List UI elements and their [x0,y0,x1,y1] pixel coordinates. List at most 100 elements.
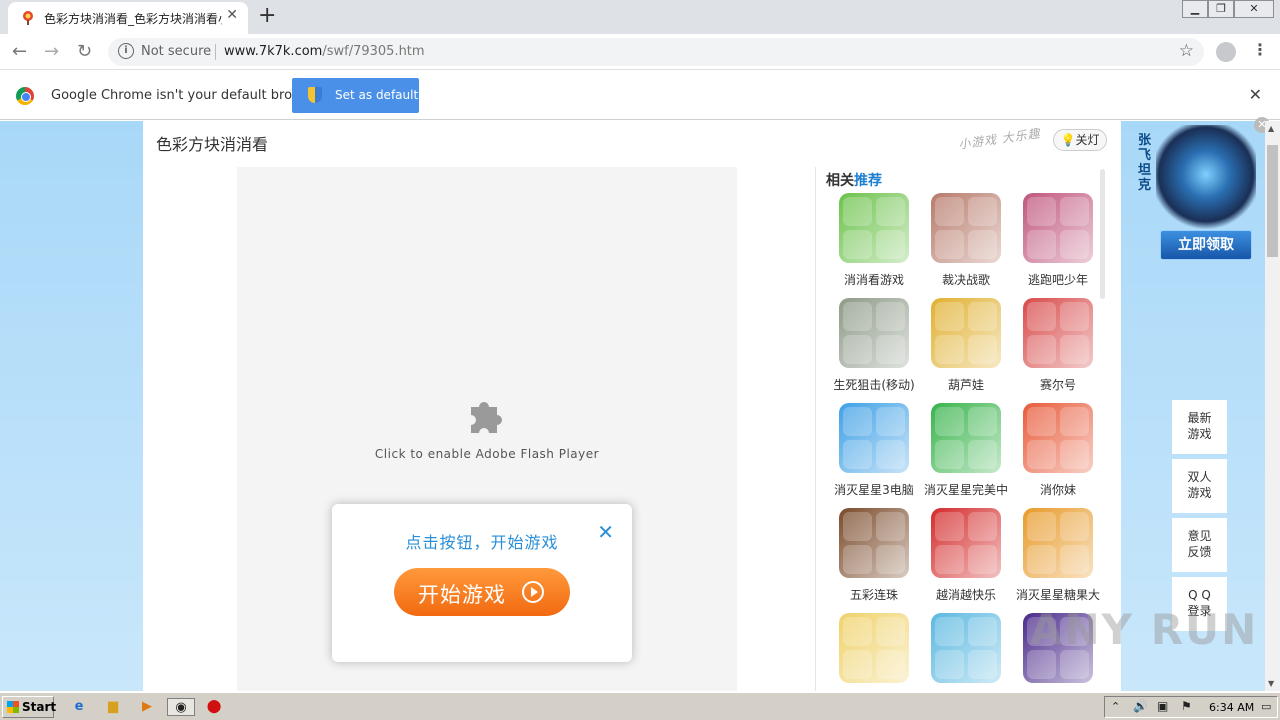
folder-icon[interactable]: ▆ [104,698,122,716]
related-game-name[interactable]: 赛尔号 [1008,376,1108,393]
soldier-characters-icon[interactable] [1023,193,1093,263]
related-game-item[interactable]: 逃跑吧少年 [1012,193,1104,298]
show-desktop-icon[interactable]: ▭ [1261,700,1271,713]
side-menu-line: 游戏 [1187,486,1212,500]
omnibox-separator [215,44,216,60]
start-button[interactable]: Start [2,696,56,718]
menu-kebab-icon[interactable]: ⋮ [1252,40,1268,59]
flag-tray-icon[interactable]: ⚑ [1181,699,1192,713]
page-scrollbar[interactable]: ▲ ▼ [1265,121,1280,691]
scroll-up-icon[interactable]: ▲ [1268,124,1274,133]
related-game-item[interactable]: 消灭星星完美中 [920,403,1012,508]
related-heading-accent: 推荐 [854,173,882,189]
fruit-grid-icon[interactable] [1023,403,1093,473]
color-blocks-icon[interactable] [931,508,1001,578]
enable-flash-message[interactable]: Click to enable Adobe Flash Player [237,447,737,461]
related-game-name[interactable]: 五彩连珠 [824,586,924,603]
related-game-name[interactable]: 裁决战歌 [916,271,1016,288]
media-player-icon[interactable]: ▶ [138,698,156,716]
related-game-item[interactable]: 消你妹 [1012,403,1104,508]
network-icon[interactable]: ▣ [1157,699,1168,713]
related-game-item[interactable]: 赛尔号 [1012,298,1104,403]
tab-strip: 色彩方块消消看_色彩方块消消看小游戏 ✕ + ▁ ❐ ✕ [0,0,1280,34]
window-close-button[interactable]: ✕ [1234,0,1274,18]
anyrun-watermark: ANY RUN [1030,605,1259,654]
related-game-name[interactable]: 消你妹 [1008,481,1108,498]
tray-expand-icon[interactable]: ⌃ [1111,700,1120,713]
site-slogan: 小游戏 大乐趣 [957,126,1042,152]
lights-off-button[interactable]: 💡关灯 [1053,129,1107,151]
address-bar[interactable]: i Not secure www.7k7k.com/swf/79305.htm … [108,38,1204,66]
related-game-item[interactable]: 裁决战歌 [920,193,1012,298]
related-game-name[interactable]: 消消看游戏 [824,271,924,288]
back-arrow-icon[interactable]: ← [12,41,27,62]
stars-grid-icon[interactable] [839,403,909,473]
balls-grid-icon[interactable] [839,508,909,578]
related-game-name[interactable]: 消灭星星3电脑 [824,481,924,498]
profile-avatar-icon[interactable] [1216,42,1236,62]
url-text[interactable]: www.7k7k.com/swf/79305.htm [224,44,425,59]
side-menu-feedback[interactable]: 意见 反馈 [1172,518,1227,572]
related-game-name[interactable]: 葫芦娃 [916,376,1016,393]
system-tray: ⌃ 🔊 ▣ ⚑ 6:34 AM ▭ [1104,696,1278,718]
side-menu-line: 游戏 [1187,427,1212,441]
related-game-item[interactable] [920,613,1012,691]
related-game-item[interactable]: 消灭星星3电脑 [828,403,920,508]
related-game-item[interactable]: 越消越快乐 [920,508,1012,613]
side-advertisement[interactable]: 张飞坦克 立即领取 ✕ [1134,117,1270,265]
start-game-button[interactable]: 开始游戏 [394,568,570,616]
related-game-item[interactable] [828,613,920,691]
popup-prompt: 点击按钮，开始游戏 [405,533,559,552]
ie-icon[interactable]: e [70,698,88,716]
clock: 6:34 AM [1209,701,1255,714]
related-game-item[interactable]: 生死狙击(移动) [828,298,920,403]
game-favicon-icon [23,11,33,25]
cartoon-hero-icon[interactable] [931,298,1001,368]
scroll-down-icon[interactable]: ▼ [1268,679,1274,688]
info-icon[interactable]: i [118,43,134,59]
stars-grid-icon[interactable] [931,403,1001,473]
windows-flag-icon [7,701,19,713]
side-menu-latest-games[interactable]: 最新 游戏 [1172,400,1227,454]
related-game-item[interactable]: 葫芦娃 [920,298,1012,403]
related-game-name[interactable]: 生死狙击(移动) [824,376,924,393]
chrome-taskbar-icon[interactable]: ◉ [167,698,195,716]
set-as-default-button[interactable]: Set as default [292,78,419,113]
url-host: www.7k7k.com [224,44,323,59]
cute-blocks-icon[interactable] [839,193,909,263]
fruit-faces-icon[interactable] [839,613,909,683]
forward-arrow-icon[interactable]: → [44,41,59,62]
minimize-button[interactable]: ▁ [1182,0,1208,18]
browser-tab[interactable]: 色彩方块消消看_色彩方块消消看小游戏 ✕ [8,2,248,34]
related-game-name[interactable]: 逃跑吧少年 [1008,271,1108,288]
tab-title: 色彩方块消消看_色彩方块消消看小游戏 [44,12,222,26]
side-menu-two-player-games[interactable]: 双人 游戏 [1172,459,1227,513]
related-game-name[interactable]: 越消越快乐 [916,586,1016,603]
volume-icon[interactable]: 🔊 [1133,699,1148,713]
related-game-name[interactable]: 消灭星星糖果大 [1008,586,1108,603]
sniper-scene-icon[interactable] [839,298,909,368]
related-game-item[interactable]: 消消看游戏 [828,193,920,298]
related-game-item[interactable]: 消灭星星糖果大 [1012,508,1104,613]
candy-pieces-icon[interactable] [931,613,1001,683]
antivirus-icon[interactable]: ⬤ [205,698,223,716]
ad-claim-button[interactable]: 立即领取 [1160,230,1252,260]
robot-hero-icon[interactable] [1023,298,1093,368]
popup-close-icon[interactable]: ✕ [597,520,614,544]
restore-button[interactable]: ❐ [1208,0,1234,18]
browser-toolbar: ← → ↻ i Not secure www.7k7k.com/swf/7930… [0,34,1280,70]
candy-grid-icon[interactable] [1023,508,1093,578]
warrior-portrait-icon[interactable] [931,193,1001,263]
reload-icon[interactable]: ↻ [77,41,92,62]
related-game-item[interactable]: 五彩连珠 [828,508,920,613]
bulb-icon: 💡 [1060,133,1076,147]
lights-off-label: 关灯 [1075,133,1100,147]
infobar-close-icon[interactable]: ✕ [1249,85,1262,104]
bookmark-star-icon[interactable]: ☆ [1179,41,1194,61]
scrollbar-thumb[interactable] [1267,145,1278,257]
new-tab-button[interactable]: + [258,4,276,28]
related-game-name[interactable]: 消灭星星完美中 [916,481,1016,498]
windows-taskbar: Start e ▆ ▶ ◉ ⬤ ⌃ 🔊 ▣ ⚑ 6:34 AM ▭ [0,692,1280,720]
side-menu-line: Q Q [1188,588,1211,602]
tab-close-icon[interactable]: ✕ [226,7,238,23]
